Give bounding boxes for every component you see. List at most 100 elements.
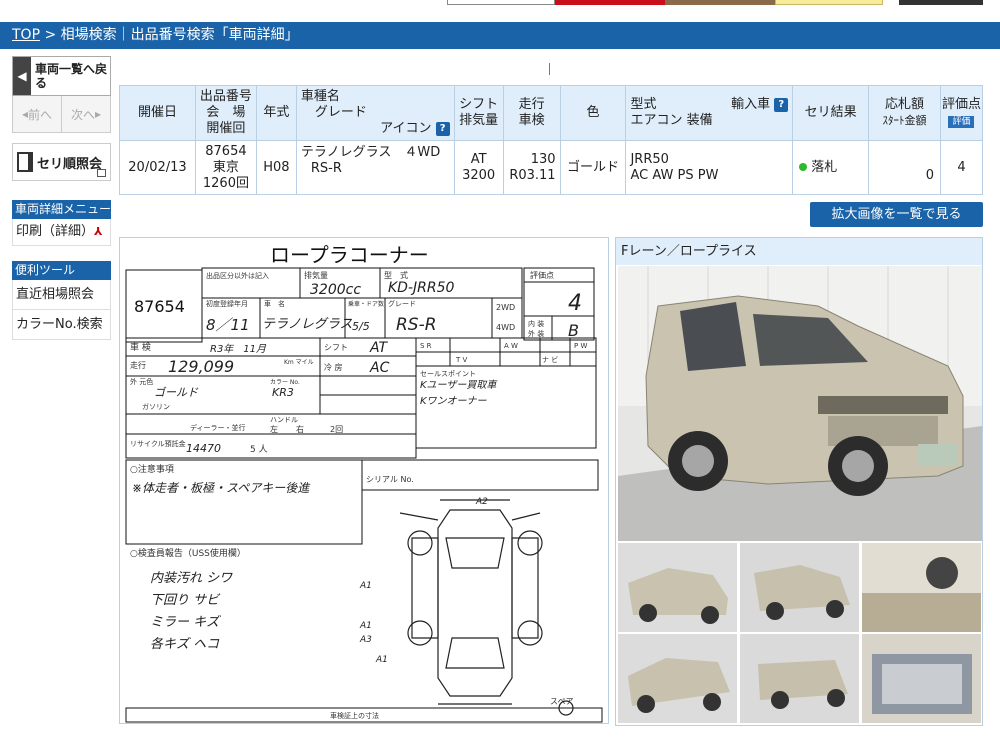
divider: [549, 63, 550, 75]
col-name-icon-label: アイコン: [380, 121, 432, 136]
top-tab[interactable]: [447, 0, 555, 5]
sheet-handwriting: AC: [369, 360, 390, 376]
sheet-title: ロープラコーナー: [270, 243, 429, 267]
next-button[interactable]: 次へ ▸: [61, 96, 110, 132]
thumbnail-photo[interactable]: [862, 634, 981, 723]
sheet-handwriting: RS-R: [396, 315, 437, 335]
sheet-handwriting: テラノレグラス: [262, 317, 352, 332]
photo-panel-title: Fレーン／ロープライス: [616, 238, 982, 265]
back-arrow-icon: ◀: [13, 57, 31, 95]
print-detail-link[interactable]: 印刷（詳細） ⅄: [12, 219, 111, 246]
photo-panel: Fレーン／ロープライス: [615, 237, 983, 726]
pdf-icon: ⅄: [94, 225, 103, 238]
cell-lot: 87654 東京 1260回: [194, 140, 257, 195]
recent-market-link[interactable]: 直近相場照会: [12, 280, 111, 310]
cell-equipment: AC AW PS PW: [630, 167, 719, 183]
cell-price: 0: [868, 140, 941, 195]
help-icon[interactable]: ?: [435, 121, 450, 136]
sheet-label: ディーラー・並行: [190, 423, 246, 432]
thumbnail-photo[interactable]: [740, 634, 859, 723]
sheet-handwriting: A1: [375, 655, 388, 665]
sheet-label: 車検証上の寸法: [330, 711, 379, 720]
cell-result: 落札: [792, 140, 870, 195]
cell-result-text: 落札: [811, 159, 838, 175]
print-detail-label: 印刷（詳細）: [16, 224, 95, 239]
sheet-handwriting: B: [568, 321, 579, 340]
col-date: 開催日: [119, 85, 196, 141]
sheet-label: 車 検: [130, 341, 151, 353]
sheet-label: ○検査員報告（USS使用欄）: [130, 547, 246, 559]
sheet-label: T V: [455, 356, 468, 364]
prev-button[interactable]: ◂ 前へ: [13, 96, 61, 132]
col-shift-line2: 排気量: [459, 113, 499, 128]
cell-score: 4: [939, 140, 984, 195]
color-number-search-link[interactable]: カラーNo.検索: [12, 310, 111, 340]
col-year: 年式: [255, 85, 297, 141]
sheet-label: P W: [574, 342, 587, 350]
top-strip: [0, 0, 1000, 22]
col-name-line2: グレード: [314, 105, 367, 120]
sheet-label: 右: [296, 424, 304, 434]
thumbnail-photo[interactable]: [618, 634, 737, 723]
sheet-handwriting: KR3: [272, 386, 294, 399]
sheet-handwriting: ゴールド: [154, 386, 199, 399]
sheet-label: Km マイル: [284, 359, 314, 366]
col-model-line1: 型式: [630, 97, 657, 112]
col-shift: シフト 排気量: [453, 85, 504, 141]
sheet-label: 乗車・ドア数: [348, 300, 384, 308]
col-price-line2: ｽﾀｰﾄ金額: [882, 114, 927, 127]
thumbnail-photo[interactable]: [618, 543, 737, 632]
col-result: セリ結果: [792, 85, 870, 141]
table-row: 20/02/13 87654 東京 1260回 H08 テラノレグラス ４WD …: [119, 140, 984, 195]
sheet-label: 排気量: [304, 270, 328, 280]
col-name-line1: 車種名: [300, 89, 340, 104]
main-car-photo[interactable]: [618, 266, 982, 541]
sheet-label: ハンドル: [270, 416, 298, 424]
cell-name-text: テラノレグラス ４WD: [300, 145, 441, 160]
score-info-badge[interactable]: 評価: [948, 116, 975, 128]
sheet-label: グレード: [388, 299, 416, 308]
sheet-handwriting: 129,099: [168, 357, 234, 376]
col-run: 走行 車検: [502, 85, 561, 141]
cell-run: 130 R03.11: [502, 140, 561, 195]
top-tab[interactable]: [899, 0, 983, 5]
sheet-handwriting: A2: [475, 497, 488, 507]
sheet-handwriting: Kワンオーナー: [420, 396, 488, 407]
cell-mileage: 130: [530, 151, 556, 167]
help-icon[interactable]: ?: [774, 97, 789, 112]
sheet-label: 内 装: [528, 319, 544, 328]
top-tab[interactable]: [775, 0, 883, 5]
cell-shift-text: AT: [470, 151, 487, 167]
sheet-handwriting: 4: [568, 291, 582, 316]
view-enlarged-images-button[interactable]: 拡大画像を一覧で見る: [810, 202, 983, 227]
auction-sheet[interactable]: ロープラコーナー 87654 出品区分以外は記入 排気量 型 式 評価点 初度登…: [119, 237, 609, 724]
thumbnail-photo[interactable]: [740, 543, 859, 632]
sheet-label: ナ ビ: [542, 355, 558, 364]
sheet-label: 出品区分以外は記入: [206, 271, 269, 280]
cell-year: H08: [255, 140, 297, 195]
cell-inspection: R03.11: [509, 167, 556, 183]
sheet-handwriting: A1: [359, 581, 372, 591]
sheet-handwriting: 下回り サビ: [150, 593, 221, 608]
back-to-list-button[interactable]: ◀ 車両一覧へ戻る: [12, 56, 111, 96]
col-price: 応札額 ｽﾀｰﾄ金額: [868, 85, 941, 141]
back-to-list-label: 車両一覧へ戻る: [35, 62, 108, 90]
col-shift-line1: シフト: [459, 97, 499, 112]
cell-model: JRR50 AC AW PS PW: [625, 140, 794, 195]
sheet-label: 評価点: [530, 270, 554, 280]
seri-order-button[interactable]: セリ順照会: [12, 143, 111, 181]
cell-lot-number: 87654: [205, 143, 247, 159]
breadcrumb-top-link[interactable]: TOP: [12, 27, 40, 43]
sheet-label: ガソリン: [142, 402, 170, 411]
top-tab[interactable]: [555, 0, 665, 5]
top-tab[interactable]: [665, 0, 775, 5]
status-dot-icon: [799, 163, 808, 171]
col-lot-line3: 開催回: [206, 121, 246, 136]
sheet-label: 4WD: [496, 323, 515, 332]
col-run-line2: 車検: [518, 113, 545, 128]
sheet-label: シフト: [324, 343, 348, 352]
thumbnail-photo[interactable]: [862, 543, 981, 632]
sheet-handwriting: 14470: [186, 442, 221, 455]
sheet-label: 冷 房: [324, 362, 343, 372]
sheet-label: 外 装: [528, 329, 544, 338]
